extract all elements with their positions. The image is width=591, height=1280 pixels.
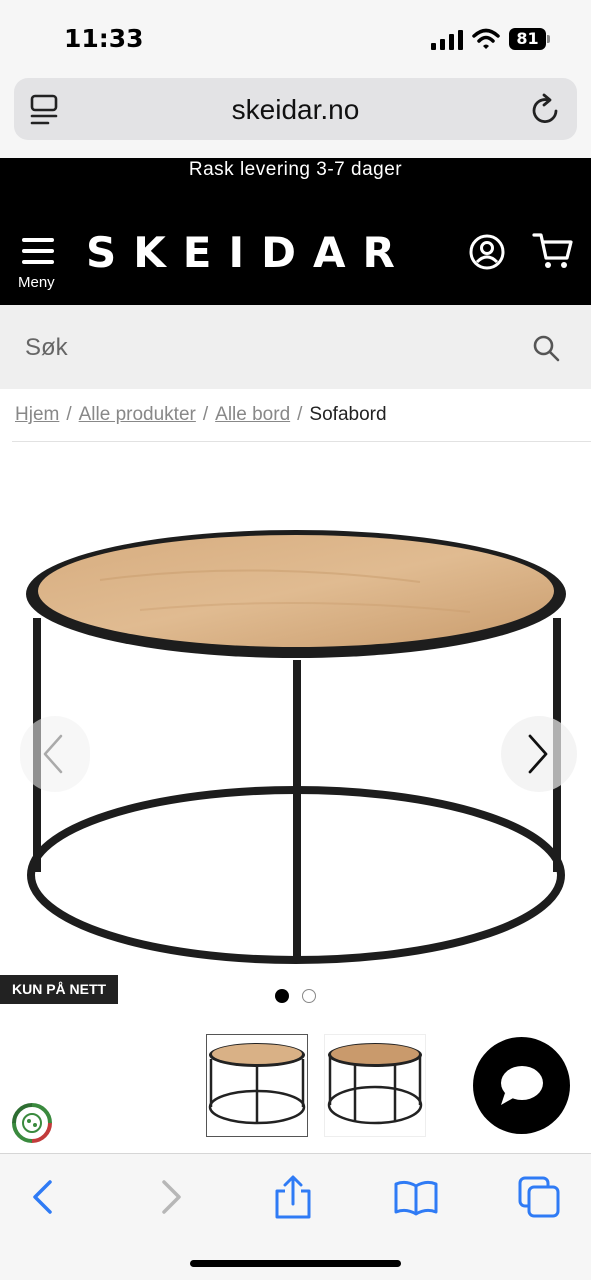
hamburger-icon (22, 238, 54, 242)
account-icon[interactable] (468, 233, 506, 271)
battery-level: 81 (509, 28, 546, 50)
thumbnail-1[interactable] (206, 1034, 308, 1137)
site-logo[interactable]: SKEIDAR (86, 228, 412, 277)
status-time: 11:33 (64, 24, 144, 53)
bookmarks-icon[interactable] (393, 1174, 439, 1220)
breadcrumb-home[interactable]: Hjem (15, 404, 59, 425)
chevron-left-icon (43, 734, 63, 774)
menu-button[interactable]: Meny (16, 234, 62, 291)
search-icon[interactable] (532, 334, 560, 362)
breadcrumb-current: Sofabord (309, 404, 387, 425)
sustainability-icon[interactable] (10, 1101, 54, 1145)
cellular-signal-icon (431, 30, 463, 50)
menu-label: Meny (18, 274, 55, 291)
forward-icon[interactable] (148, 1174, 194, 1220)
breadcrumb-all-tables[interactable]: Alle bord (215, 404, 290, 425)
breadcrumb: Hjem / Alle produkter / Alle bord / Sofabord (15, 404, 387, 425)
chat-bubble-icon (501, 1066, 543, 1105)
carousel-dot-1[interactable] (275, 989, 289, 1003)
breadcrumb-all-products[interactable]: Alle produkter (79, 404, 196, 425)
divider (12, 441, 591, 442)
tabs-icon[interactable] (516, 1174, 562, 1220)
site-header: Rask levering 3-7 dager Meny SKEIDAR (0, 158, 591, 305)
carousel-dot-2[interactable] (302, 989, 316, 1003)
delivery-promo: Rask levering 3-7 dager (188, 159, 403, 180)
search-bar (0, 305, 591, 389)
status-bar: 11:33 81 (0, 0, 591, 78)
chevron-right-icon (528, 734, 548, 774)
reload-icon[interactable] (530, 92, 562, 126)
chat-button[interactable] (473, 1037, 570, 1134)
online-only-badge: KUN PÅ NETT (0, 975, 118, 1004)
address-bar[interactable]: skeidar.no (14, 78, 577, 140)
browser-address-area: skeidar.no (0, 78, 591, 158)
previous-image-button[interactable] (20, 716, 90, 792)
cart-icon[interactable] (532, 231, 574, 271)
search-input[interactable] (25, 331, 465, 365)
back-icon[interactable] (20, 1174, 66, 1220)
battery-icon: 81 (509, 28, 551, 50)
next-image-button[interactable] (501, 716, 577, 792)
thumbnail-2[interactable] (324, 1034, 426, 1137)
home-indicator (190, 1260, 401, 1267)
wifi-icon (472, 28, 500, 49)
share-icon[interactable] (270, 1174, 316, 1220)
url-text: skeidar.no (231, 94, 360, 125)
